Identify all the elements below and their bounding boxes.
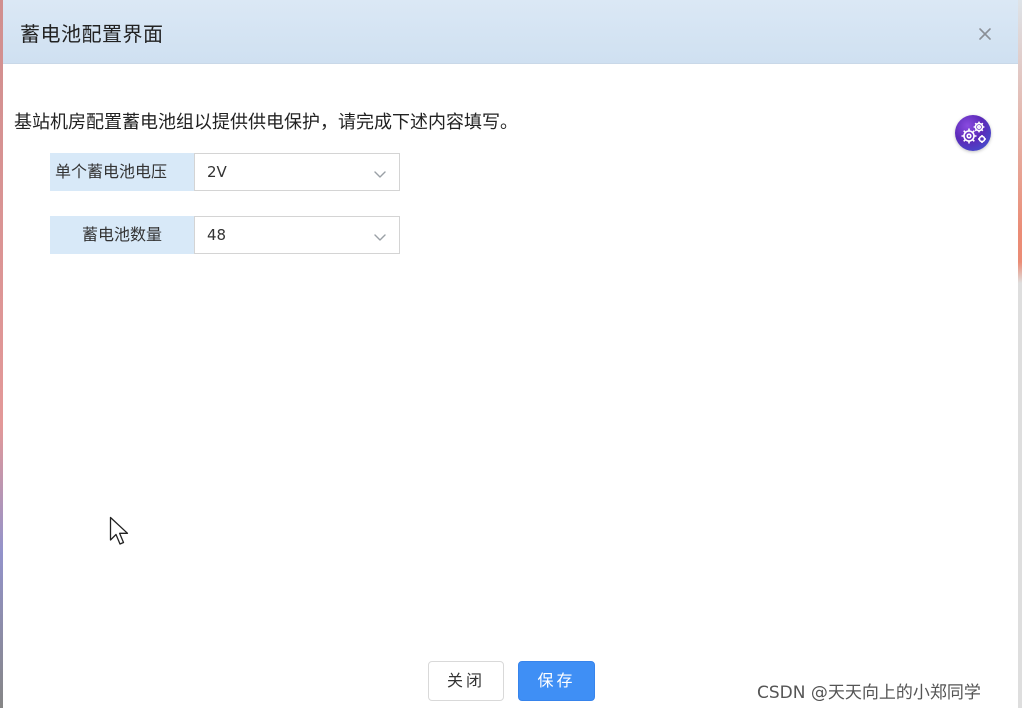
mouse-pointer-icon	[109, 516, 131, 548]
chevron-down-icon	[373, 229, 387, 243]
close-icon[interactable]	[975, 24, 995, 44]
watermark-text: CSDN @天天向上的小郑同学	[757, 683, 981, 703]
voltage-label: 单个蓄电池电压	[50, 153, 194, 191]
dialog-title: 蓄电池配置界面	[20, 22, 164, 46]
battery-config-dialog: 蓄电池配置界面 基站机房配置蓄电池组以提供供电保护，请完成下述内容填写。 单个蓄…	[3, 0, 1018, 708]
save-button[interactable]: 保存	[518, 661, 595, 701]
count-form-row: 蓄电池数量 48	[50, 216, 400, 254]
count-label: 蓄电池数量	[50, 216, 194, 254]
voltage-select-value: 2V	[207, 163, 227, 181]
instructions-text: 基站机房配置蓄电池组以提供供电保护，请完成下述内容填写。	[14, 112, 518, 133]
chevron-down-icon	[373, 166, 387, 180]
gear-cluster-icon[interactable]	[955, 115, 991, 151]
count-select[interactable]: 48	[194, 216, 400, 254]
background-window-edge-right	[1018, 0, 1022, 708]
close-button[interactable]: 关闭	[428, 661, 504, 701]
count-select-value: 48	[207, 226, 227, 244]
voltage-select[interactable]: 2V	[194, 153, 400, 191]
voltage-form-row: 单个蓄电池电压 2V	[50, 153, 400, 191]
dialog-header: 蓄电池配置界面	[3, 0, 1018, 64]
